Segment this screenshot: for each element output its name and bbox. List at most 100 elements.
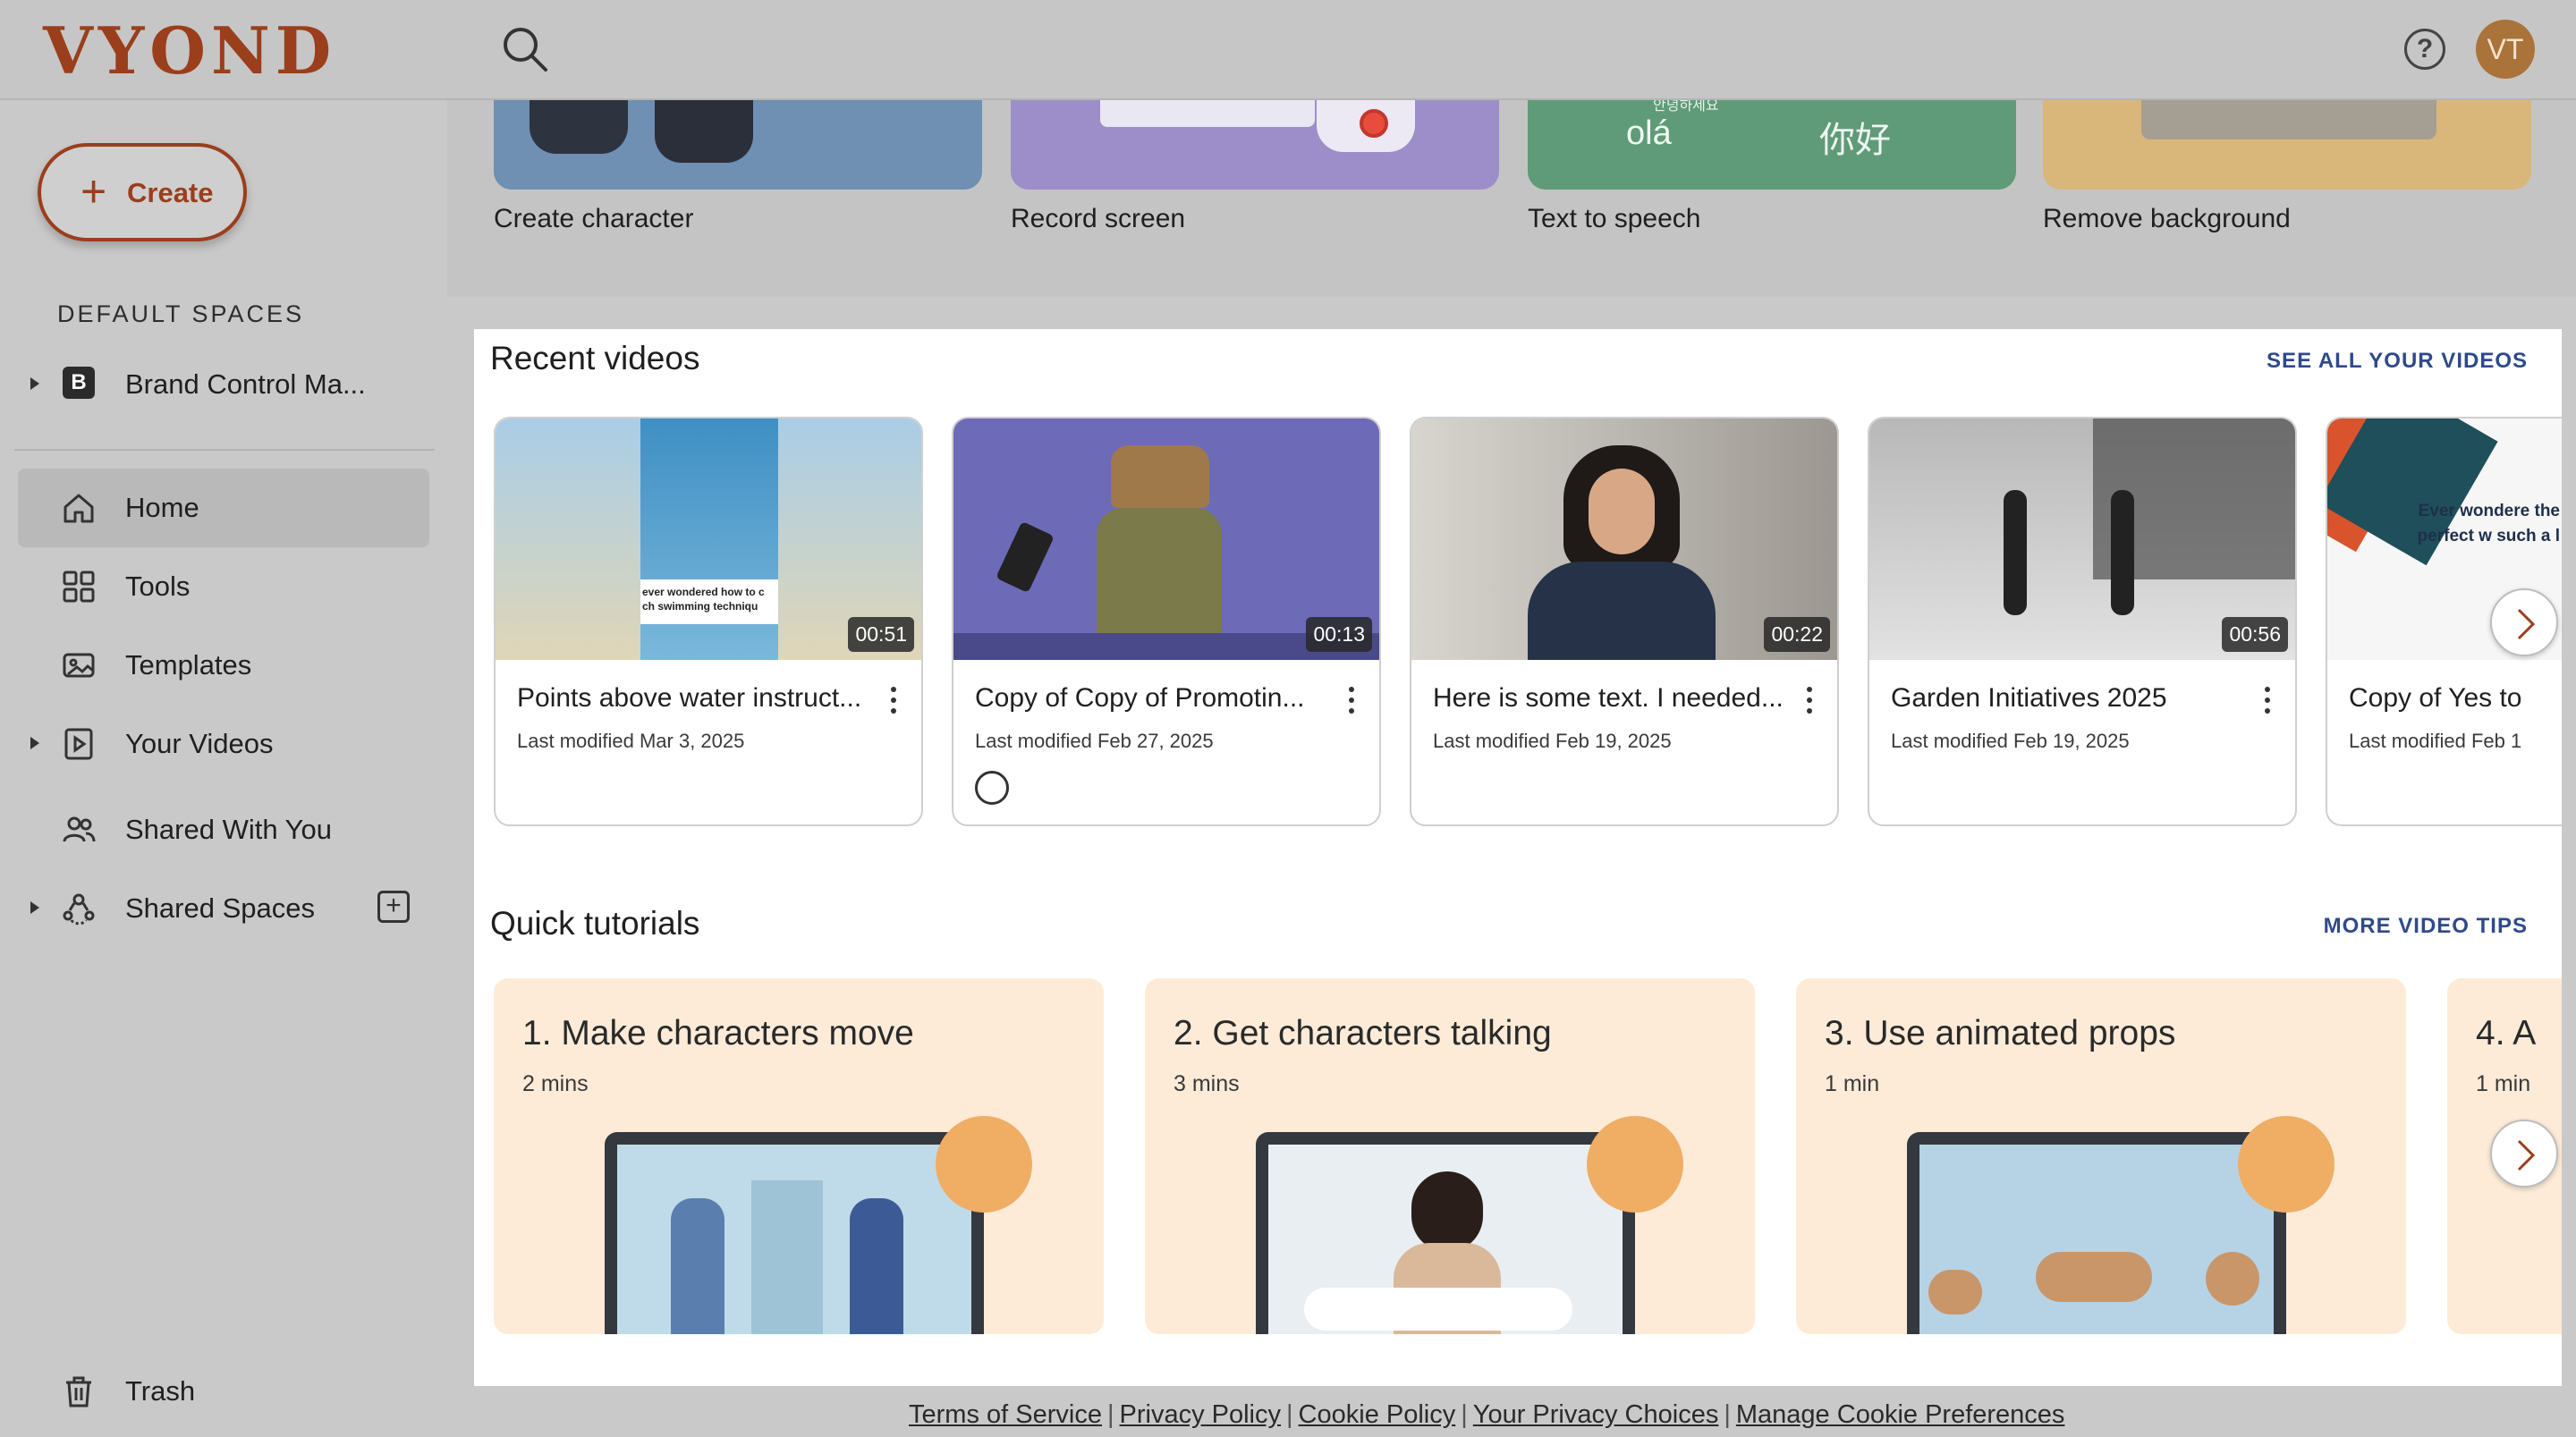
sidebar-divider	[14, 449, 435, 451]
more-options-icon[interactable]	[1347, 687, 1356, 719]
add-shared-space-button[interactable]: +	[377, 891, 410, 923]
tutorial-title: 3. Use animated props	[1825, 1014, 2176, 1052]
sidebar-item-shared-with-you[interactable]: Shared With You	[18, 790, 429, 869]
video-duration: 00:22	[1764, 617, 1830, 652]
sidebar-item-label: Shared Spaces	[125, 892, 315, 924]
tool-card-create-character[interactable]	[494, 100, 982, 190]
tutorial-duration: 1 min	[2476, 1071, 2531, 1096]
grid-icon	[63, 571, 95, 603]
footer-link-privacy-choices[interactable]: Your Privacy Choices	[1473, 1400, 1719, 1429]
footer-link-terms[interactable]: Terms of Service	[909, 1400, 1102, 1429]
tutorial-title: 2. Get characters talking	[1174, 1014, 1552, 1052]
spaces-icon	[63, 893, 95, 926]
people-icon	[63, 816, 96, 842]
sidebar-item-shared-spaces[interactable]: Shared Spaces +	[18, 869, 429, 948]
tutorial-duration: 1 min	[1825, 1071, 1880, 1096]
tool-label: Record screen	[1011, 204, 1186, 233]
tool-card-remove-background[interactable]	[2043, 100, 2531, 190]
video-date: Last modified Feb 19, 2025	[1433, 730, 1672, 752]
thumbnail-caption: ever wondered how to c ch swimming techn…	[640, 579, 778, 624]
tutorial-title: 4. A	[2476, 1014, 2537, 1052]
plus-icon: +	[80, 166, 107, 216]
video-card[interactable]: 00:22 Here is some text. I needed... Las…	[1410, 417, 1839, 826]
chevron-right-icon	[2517, 1139, 2536, 1171]
footer-link-cookie-preferences[interactable]: Manage Cookie Preferences	[1736, 1400, 2065, 1429]
video-date: Last modified Feb 1	[2349, 730, 2522, 752]
tutorial-card[interactable]: 2. Get characters talking 3 mins	[1145, 978, 1755, 1334]
lightbulb-icon	[2238, 1116, 2334, 1213]
expand-caret-icon[interactable]	[30, 737, 39, 749]
vyond-logo[interactable]: VYOND	[43, 13, 336, 89]
next-tutorials-button[interactable]	[2490, 1120, 2558, 1188]
main-panel: Recent videos SEE ALL YOUR VIDEOS ever w…	[474, 329, 2562, 1386]
monitor-illustration	[1256, 1132, 1635, 1334]
create-button-label: Create	[127, 177, 214, 208]
chevron-right-icon	[2517, 608, 2536, 640]
sidebar-item-label: Brand Control Ma...	[125, 368, 366, 400]
more-options-icon[interactable]	[2263, 687, 2272, 719]
help-icon[interactable]: ?	[2404, 29, 2445, 70]
home-icon	[64, 494, 94, 523]
video-title: Here is some text. I needed...	[1433, 683, 1784, 713]
sidebar-item-home[interactable]: Home	[18, 469, 429, 547]
video-date: Last modified Feb 27, 2025	[975, 730, 1214, 752]
tutorial-card[interactable]: 1. Make characters move 2 mins	[494, 978, 1104, 1334]
user-avatar[interactable]: VT	[2476, 20, 2535, 79]
top-bar: VYOND ? VT	[0, 0, 2576, 100]
video-title: Copy of Copy of Promotin...	[975, 683, 1305, 713]
video-card[interactable]: ever wondered how to c ch swimming techn…	[494, 417, 923, 826]
sidebar-item-label: Trash	[125, 1375, 196, 1407]
tool-label: Create character	[494, 204, 694, 233]
sidebar-item-label: Your Videos	[125, 728, 274, 759]
tutorial-duration: 3 mins	[1174, 1071, 1240, 1096]
monitor-illustration	[605, 1132, 984, 1334]
video-title: Garden Initiatives 2025	[1891, 683, 2167, 713]
expand-caret-icon[interactable]	[30, 901, 39, 914]
sidebar: + Create DEFAULT SPACES B Brand Control …	[0, 100, 447, 1437]
sidebar-item-label: Home	[125, 492, 199, 523]
footer-link-privacy[interactable]: Privacy Policy	[1120, 1400, 1282, 1429]
search-icon[interactable]	[499, 23, 553, 77]
video-card[interactable]: 00:56 Garden Initiatives 2025 Last modif…	[1868, 417, 2297, 826]
sidebar-item-trash[interactable]: Trash	[18, 1352, 429, 1431]
sidebar-item-tools[interactable]: Tools	[18, 547, 429, 626]
sidebar-item-your-videos[interactable]: Your Videos	[18, 705, 429, 783]
footer-links: Terms of Service | Privacy Policy | Cookie P…	[909, 1400, 2065, 1429]
tool-card-text-to-speech[interactable]: 안녕하세요 olá 你好	[1528, 100, 2016, 190]
portuguese-text: olá	[1626, 114, 1672, 152]
video-card[interactable]: 00:13 Copy of Copy of Promotin... Last m…	[952, 417, 1381, 826]
next-videos-button[interactable]	[2490, 588, 2558, 656]
footer-link-cookie[interactable]: Cookie Policy	[1299, 1400, 1456, 1429]
expand-caret-icon[interactable]	[30, 377, 39, 390]
sidebar-item-label: Shared With You	[125, 814, 332, 845]
monitor-illustration	[1907, 1132, 2286, 1334]
see-all-videos-link[interactable]: SEE ALL YOUR VIDEOS	[2267, 349, 2528, 374]
tool-card-record-screen[interactable]	[1011, 100, 1499, 190]
sidebar-item-templates[interactable]: Templates	[18, 626, 429, 705]
more-options-icon[interactable]	[889, 687, 898, 719]
thumbnail-caption: Ever wondere the perfect w such a l	[2417, 502, 2560, 545]
video-title: Points above water instruct...	[517, 683, 862, 713]
video-date: Last modified Feb 19, 2025	[1891, 730, 2130, 752]
space-badge-icon: B	[63, 367, 95, 399]
tutorial-title: 1. Make characters move	[522, 1014, 914, 1052]
korean-text: 안녕하세요	[1653, 100, 1719, 114]
more-options-icon[interactable]	[1805, 687, 1814, 719]
tools-strip: 안녕하세요 olá 你好 Create character Record scr…	[447, 100, 2576, 297]
video-duration: 00:13	[1306, 617, 1372, 652]
more-video-tips-link[interactable]: MORE VIDEO TIPS	[2324, 914, 2528, 939]
sidebar-item-brand-space[interactable]: B Brand Control Ma...	[18, 345, 429, 424]
lightbulb-icon	[936, 1116, 1032, 1213]
record-icon	[1360, 109, 1388, 138]
tutorial-card[interactable]: 3. Use animated props 1 min	[1796, 978, 2406, 1334]
trash-icon	[66, 1376, 91, 1407]
sidebar-item-label: Templates	[125, 649, 252, 680]
quick-tutorials-title: Quick tutorials	[490, 905, 700, 942]
sidebar-item-label: Tools	[125, 571, 191, 602]
video-icon	[64, 728, 93, 760]
shared-user-icon	[975, 771, 1009, 805]
create-button[interactable]: + Create	[38, 143, 247, 241]
video-title: Copy of Yes to	[2349, 683, 2522, 713]
video-duration: 00:51	[848, 617, 914, 652]
lightbulb-icon	[1587, 1116, 1683, 1213]
